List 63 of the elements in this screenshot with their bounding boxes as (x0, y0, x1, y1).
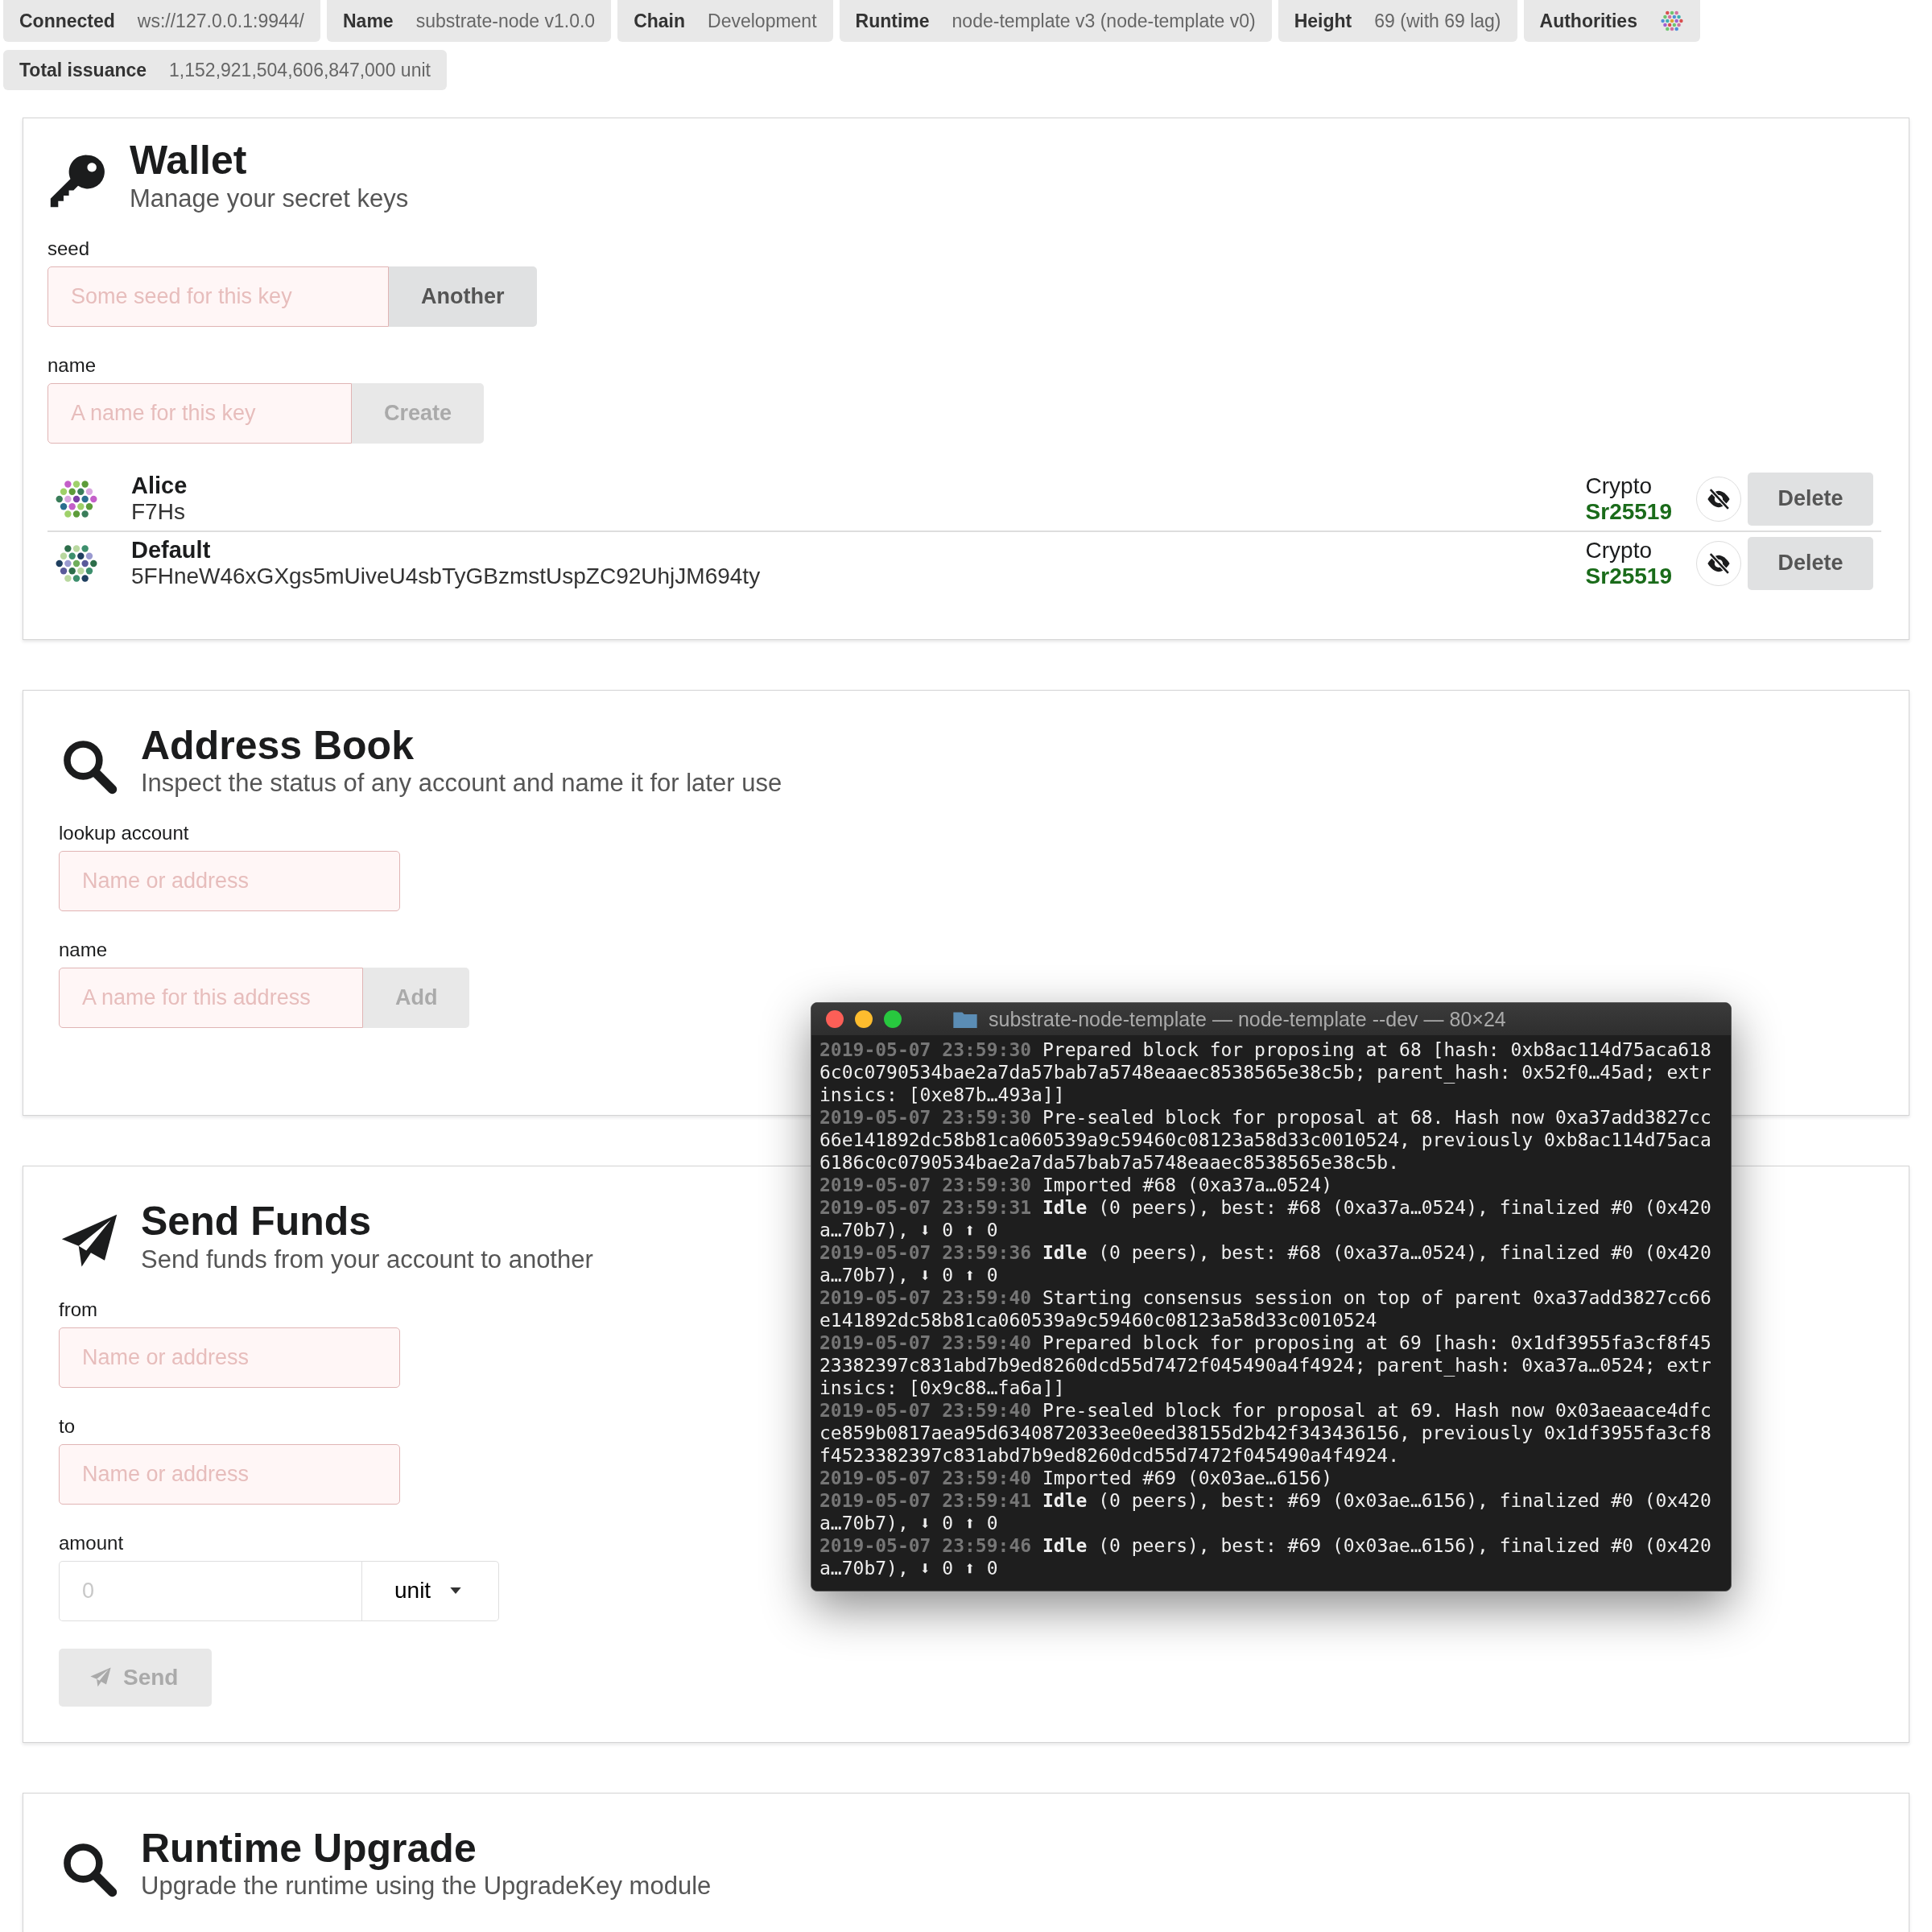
chip-label: Runtime (855, 10, 930, 32)
crypto-type: Sr25519 (1585, 563, 1672, 589)
chip-value: ws://127.0.0.1:9944/ (137, 10, 304, 32)
chip-value: node-template v3 (node-template v0) (952, 10, 1256, 32)
text-input[interactable]: Some seed for this key (47, 266, 389, 327)
window-title: substrate-node-template — node-template --dev — 80×24 (989, 1007, 1506, 1031)
field-label: name (59, 939, 108, 961)
log-line: 2019-05-07 23:59:41 Idle (0 peers), best: #69 (0x03ae…6156), finalized #0 (0x420a…70b7), ⬇ 0 ⬆ 0 (819, 1489, 1712, 1534)
chip-label: Chain (634, 10, 686, 32)
action-button[interactable]: Another (389, 266, 537, 327)
crypto-label: Crypto (1585, 537, 1653, 564)
chip-label: Authorities (1539, 10, 1637, 32)
text-input[interactable]: Name or address (59, 1443, 400, 1505)
crypto-type: Sr25519 (1585, 498, 1672, 525)
log-line: 2019-05-07 23:59:30 Pre-sealed block for proposal at 68. Hash now 0xa37add3827cc66e141892dc58b81ca060539a9c59460c08123a58d33c0010524, previously 0xb8ac114d75aca6186c0c0790534bae2a7da57bab7a5748eaaec8538565e38c5b. (819, 1106, 1712, 1174)
key-name: Alice (131, 473, 188, 499)
key-address: F7Hs (131, 499, 186, 525)
chip-value: Development (708, 10, 817, 32)
section-subtitle: Upgrade the runtime using the UpgradeKey module (141, 1872, 712, 1901)
log-line: 2019-05-07 23:59:30 Imported #68 (0xa37a…0524) (819, 1174, 1333, 1196)
section-title: Wallet (130, 138, 248, 184)
text-input[interactable]: Name or address (59, 1327, 400, 1388)
delete-button[interactable]: Delete (1748, 536, 1873, 590)
crypto-label: Crypto (1585, 473, 1653, 499)
section-title: Runtime Upgrade (141, 1825, 477, 1872)
chip-value: 1,152,921,504,606,847,000 unit (169, 59, 431, 81)
section-title: Address Book (141, 722, 415, 769)
close-button[interactable] (826, 1010, 844, 1028)
field-label: seed (47, 237, 90, 260)
log-line: 2019-05-07 23:59:31 Idle (0 peers), best: #68 (0xa37a…0524), finalized #0 (0x420a…70b7), ⬇ 0 ⬆ 0 (819, 1196, 1712, 1241)
folder-icon (953, 1010, 977, 1028)
field-label: to (59, 1414, 75, 1438)
chip-value: 69 (with 69 lag) (1374, 10, 1501, 32)
section-title: Send Funds (141, 1199, 373, 1245)
field-label: amount (59, 1531, 124, 1554)
text-input[interactable]: Name or address (59, 851, 400, 911)
section-subtitle: Send funds from your account to another (141, 1245, 593, 1274)
key-name: Default (131, 537, 212, 564)
section-subtitle: Manage your secret keys (130, 184, 409, 213)
delete-button[interactable]: Delete (1748, 472, 1873, 526)
log-line: 2019-05-07 23:59:46 Idle (0 peers), best: #69 (0x03ae…6156), finalized #0 (0x420a…70b7), ⬇ 0 ⬆ 0 (819, 1534, 1712, 1579)
unit-dropdown[interactable]: unit (362, 1560, 499, 1621)
field-label: lookup account (59, 822, 189, 844)
field-label: from (59, 1298, 97, 1321)
log-line: 2019-05-07 23:59:40 Prepared block for proposing at 69 [hash: 0x1df3955fa3cf8f4523382397c831abd7b9ed8260dcd55d7472f045490a4f4924; parent_hash: 0xa37a…0524; extrinsics: [0x9c88…fa6a]] (819, 1331, 1712, 1399)
log-line: 2019-05-07 23:59:36 Idle (0 peers), best: #68 (0xa37a…0524), finalized #0 (0x420a…70b7), ⬇ 0 ⬆ 0 (819, 1241, 1712, 1286)
zoom-button[interactable] (884, 1010, 902, 1028)
caret-icon (450, 1587, 462, 1594)
log-line: 2019-05-07 23:59:40 Pre-sealed block for proposal at 69. Hash now 0x03aeaace4dfcce859b0817aea95d6340872033ee0eed38155d2b42f343436156, previously 0x1df3955fa3cf8f4523382397c831abd7b9ed8260dcd55d7472f045490a4f4924. (819, 1399, 1712, 1467)
field-label: name (47, 353, 97, 377)
key-address: 5FHneW46xGXgs5mUiveU4sbTyGBzmstUspZC92UhjJM694ty (131, 564, 762, 589)
section-subtitle: Inspect the status of any account and name it for later use (141, 769, 782, 798)
chip-label: Name (343, 10, 394, 32)
paper-plane-icon (89, 1666, 112, 1689)
chip-label: Height (1294, 10, 1352, 32)
identicon-icon (1659, 9, 1684, 33)
log-line: 2019-05-07 23:59:30 Prepared block for proposing at 68 [hash: 0xb8ac114d75aca6186c0c0790534bae2a7da57bab7a5748eaaec8538565e38c5b; parent_hash: 0x52f0…45ad; extrinsics: [0xe87b…493a]] (819, 1038, 1712, 1106)
chip-label: Connected (19, 10, 115, 32)
log-line: 2019-05-07 23:59:40 Imported #69 (0x03ae…6156) (819, 1467, 1333, 1489)
chip-value: substrate-node v1.0.0 (415, 10, 596, 32)
log-line: 2019-05-07 23:59:40 Starting consensus session on top of parent 0xa37add3827cc66e141892dc58b81ca060539a9c59460c08123a58d33c0010524 (819, 1286, 1712, 1331)
chip-label: Total issuance (19, 59, 147, 81)
minimize-button[interactable] (855, 1010, 873, 1028)
